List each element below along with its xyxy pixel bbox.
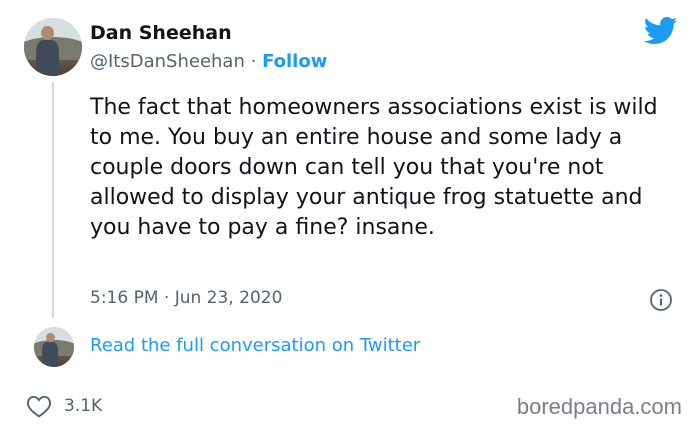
twitter-bird-icon[interactable] (644, 16, 678, 46)
follow-button[interactable]: Follow (262, 51, 327, 72)
author-avatar[interactable] (24, 18, 82, 76)
conversation-avatar[interactable] (34, 327, 74, 367)
timestamp-separator: · (163, 288, 170, 308)
watermark: boredpanda.com (516, 394, 682, 419)
author-handle[interactable]: @ItsDanSheehan (90, 51, 245, 72)
handle-separator: · (250, 51, 257, 72)
author-display-name[interactable]: Dan Sheehan (90, 22, 232, 44)
tweet-date[interactable]: Jun 23, 2020 (175, 288, 283, 308)
like-count[interactable]: 3.1K (64, 396, 102, 416)
tweet-text: The fact that homeowners associations ex… (90, 95, 658, 240)
thread-line (52, 82, 54, 318)
read-conversation-link[interactable]: Read the full conversation on Twitter (90, 335, 420, 356)
tweet-time[interactable]: 5:16 PM (90, 288, 159, 308)
info-icon[interactable] (649, 288, 673, 312)
heart-icon[interactable] (26, 394, 52, 418)
author-handle-row: @ItsDanSheehan · Follow (90, 51, 327, 72)
tweet-timestamp[interactable]: 5:16 PM · Jun 23, 2020 (90, 288, 282, 308)
